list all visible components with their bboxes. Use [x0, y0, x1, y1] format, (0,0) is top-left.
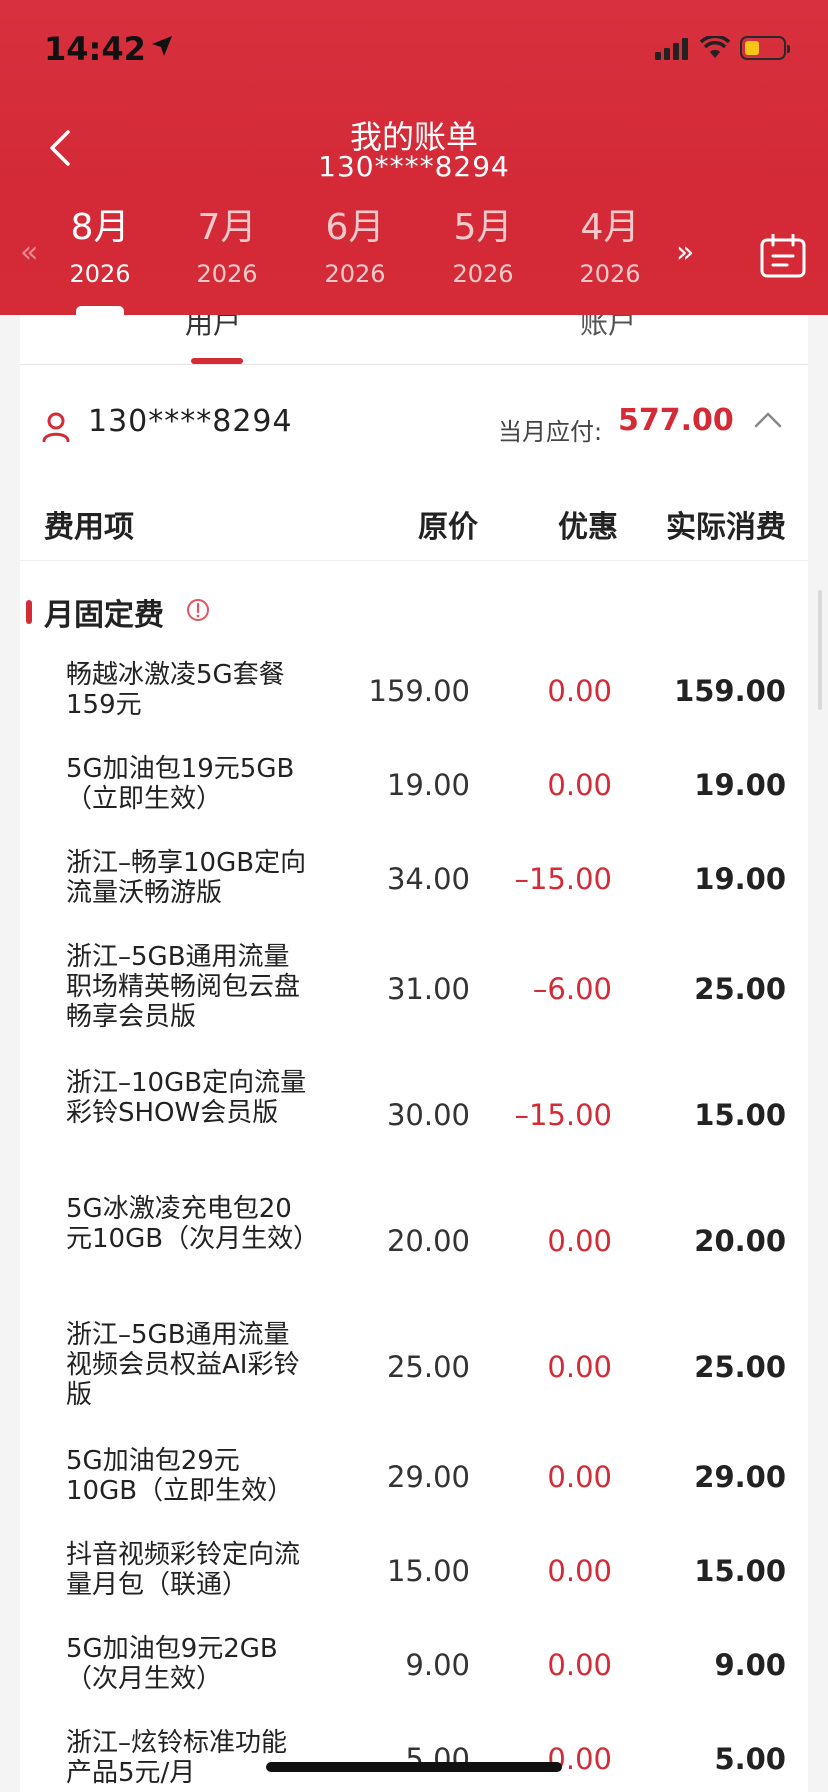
info-icon[interactable] [186, 598, 210, 622]
fee-actual: 15.00 [694, 1098, 786, 1132]
month-label: 7月 [197, 207, 257, 248]
location-arrow-icon [152, 36, 172, 56]
fee-original: 20.00 [386, 1224, 470, 1258]
fee-actual: 5.00 [714, 1742, 786, 1776]
month-year: 2026 [196, 260, 258, 288]
fee-discount: 0.00 [547, 768, 612, 802]
month-year: 2026 [324, 260, 386, 288]
fee-original: 15.00 [386, 1554, 470, 1588]
month-label: 4月 [580, 207, 640, 248]
fee-actual: 9.00 [714, 1648, 786, 1682]
fee-original: 19.00 [386, 768, 470, 802]
fee-original: 30.00 [386, 1098, 470, 1132]
month-tab-0[interactable]: 8月 2026 [45, 205, 155, 291]
fee-original: 9.00 [405, 1648, 470, 1682]
prev-months-icon[interactable]: « [20, 235, 38, 270]
fee-original: 29.00 [386, 1460, 470, 1494]
section-marker [26, 600, 32, 624]
divider [20, 560, 808, 561]
month-label: 5月 [453, 207, 513, 248]
due-amount: 577.00 [618, 403, 734, 438]
fee-original: 31.00 [386, 972, 470, 1006]
fee-name: 浙江–畅享10GB定向流量沃畅游版 [66, 848, 307, 908]
fee-original: 34.00 [386, 862, 470, 896]
wifi-icon [700, 36, 730, 58]
fee-name: 畅越冰激凌5G套餐159元 [66, 660, 285, 720]
fee-actual: 15.00 [694, 1554, 786, 1588]
due-label: 当月应付: [498, 418, 603, 446]
fee-discount: –15.00 [514, 862, 612, 896]
col-header-actual: 实际消费 [666, 510, 786, 545]
fee-name: 浙江–炫铃标准功能产品5元/月 [66, 1728, 288, 1788]
fee-discount: 0.00 [547, 1460, 612, 1494]
month-year: 2026 [452, 260, 514, 288]
col-header-item: 费用项 [44, 510, 134, 545]
section-title: 月固定费 [44, 598, 164, 633]
chevron-up-icon[interactable] [754, 410, 782, 428]
month-label: 8月 [70, 207, 130, 248]
next-months-icon[interactable]: » [676, 235, 694, 270]
active-month-indicator [76, 306, 124, 315]
fee-actual: 159.00 [674, 674, 786, 708]
fee-name: 5G加油包9元2GB（次月生效） [66, 1634, 278, 1694]
month-tab-4[interactable]: 4月 2026 [555, 205, 665, 291]
col-header-discount: 优惠 [558, 510, 618, 545]
fee-discount: 0.00 [547, 1648, 612, 1682]
month-selector: « 8月 2026 7月 2026 6月 2026 5月 2026 4月 202… [0, 205, 828, 315]
fee-name: 浙江–5GB通用流量视频会员权益AI彩铃版 [66, 1320, 300, 1410]
fee-original: 159.00 [368, 674, 470, 708]
home-indicator[interactable] [266, 1762, 562, 1772]
fee-actual: 19.00 [694, 768, 786, 802]
fee-discount: –6.00 [532, 972, 612, 1006]
calendar-icon[interactable] [760, 234, 806, 278]
fee-discount: –15.00 [514, 1098, 612, 1132]
bill-card: 用户 账户 130****8294 当月应付: 577.00 费用项 原价 优惠… [20, 270, 808, 1792]
fee-discount: 0.00 [547, 1554, 612, 1588]
month-tab-1[interactable]: 7月 2026 [172, 205, 282, 291]
status-bar: 14:42 [0, 0, 828, 100]
account-summary-row[interactable]: 130****8294 当月应付: 577.00 [20, 370, 808, 482]
active-tab-underline [191, 358, 243, 364]
fee-actual: 29.00 [694, 1460, 786, 1494]
month-year: 2026 [579, 260, 641, 288]
col-header-original: 原价 [418, 510, 478, 545]
page-subtitle-phone: 130****8294 [318, 150, 510, 183]
month-year: 2026 [69, 260, 131, 288]
account-number: 130****8294 [88, 404, 293, 439]
month-tab-2[interactable]: 6月 2026 [300, 205, 410, 291]
cellular-signal-icon [655, 38, 688, 60]
fee-discount: 0.00 [547, 674, 612, 708]
fee-name: 5G加油包19元5GB（立即生效） [66, 754, 295, 814]
fee-discount: 0.00 [547, 1224, 612, 1258]
month-tab-3[interactable]: 5月 2026 [428, 205, 538, 291]
fee-original: 25.00 [386, 1350, 470, 1384]
status-time: 14:42 [44, 30, 146, 68]
battery-icon [740, 36, 790, 60]
bill-header: 14:42 我的账单 130****8294 « 8月 2026 7月 2026… [0, 0, 828, 315]
fee-name: 5G加油包29元10GB（立即生效） [66, 1446, 294, 1506]
fee-name: 浙江–5GB通用流量职场精英畅阅包云盘畅享会员版 [66, 942, 301, 1032]
fee-actual: 20.00 [694, 1224, 786, 1258]
month-label: 6月 [325, 207, 385, 248]
user-icon [42, 412, 70, 442]
fee-discount: 0.00 [547, 1350, 612, 1384]
fee-name: 抖音视频彩铃定向流量月包（联通） [66, 1540, 301, 1600]
fee-actual: 25.00 [694, 972, 786, 1006]
fee-actual: 25.00 [694, 1350, 786, 1384]
fee-actual: 19.00 [694, 862, 786, 896]
scrollbar[interactable] [818, 590, 822, 710]
fee-name: 5G冰激凌充电包20元10GB（次月生效） [66, 1194, 320, 1254]
fee-name: 浙江–10GB定向流量彩铃SHOW会员版 [66, 1068, 307, 1128]
